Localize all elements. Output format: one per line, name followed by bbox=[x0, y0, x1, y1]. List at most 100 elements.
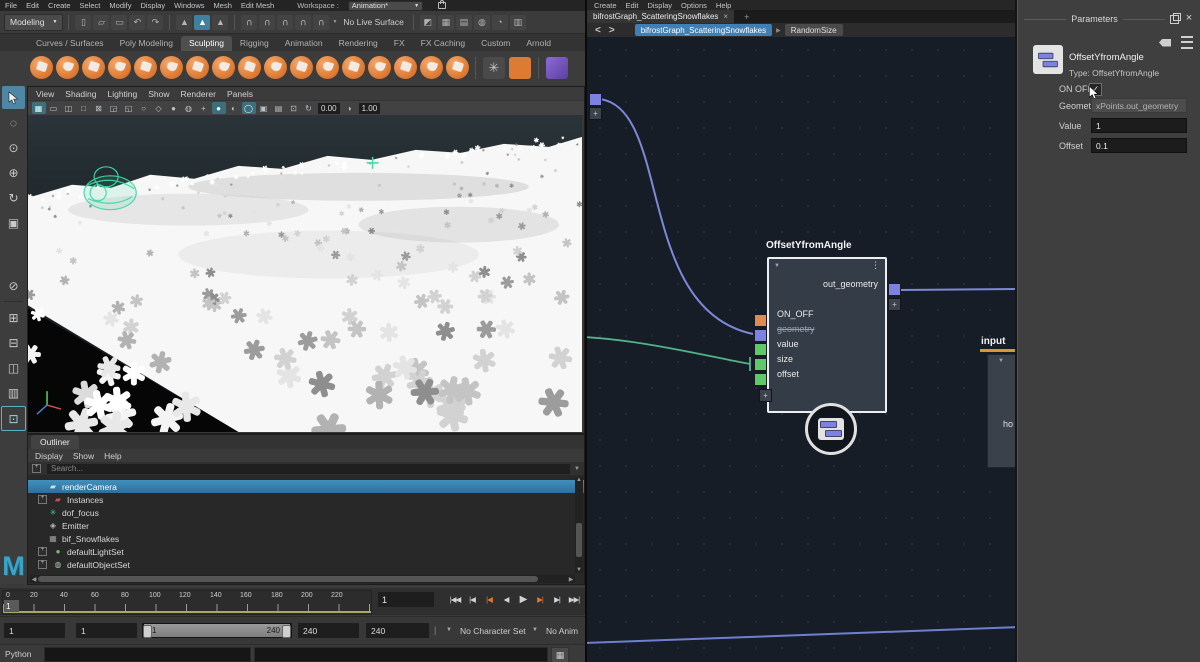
command-input[interactable] bbox=[44, 647, 251, 662]
vp-menu-renderer[interactable]: Renderer bbox=[181, 89, 216, 99]
chevron-down-icon[interactable]: ▼ bbox=[332, 19, 337, 25]
timeline-ruler[interactable]: 0 20 40 60 80 100 120 140 160 180 200 22… bbox=[2, 590, 372, 615]
rotate-tool[interactable]: ↻ bbox=[2, 186, 25, 209]
shelf-tab-curves-surfaces[interactable]: Curves / Surfaces bbox=[28, 36, 112, 51]
list-icon[interactable]: ▤ bbox=[456, 15, 472, 30]
relax-tool-icon[interactable] bbox=[82, 56, 105, 79]
outliner-item-defaultlightset[interactable]: + ● defaultLightSet bbox=[28, 545, 584, 558]
snap-to-curve-icon[interactable]: ∪ bbox=[259, 15, 275, 30]
playback-end-field[interactable]: 240 bbox=[298, 623, 359, 638]
select-by-hierarchy-icon[interactable]: ▲ bbox=[176, 15, 192, 30]
paint-attr-icon[interactable] bbox=[546, 57, 568, 79]
render-icon[interactable]: ◔ bbox=[492, 15, 508, 30]
menu-select[interactable]: Select bbox=[80, 1, 101, 10]
add-input-port-button[interactable]: + bbox=[759, 389, 772, 402]
shelf-tab-fx-caching[interactable]: FX Caching bbox=[413, 36, 473, 51]
anim-start-field[interactable]: 1 bbox=[4, 623, 65, 638]
range-slider[interactable]: 1 240 bbox=[142, 623, 292, 638]
filter-icon[interactable]: + bbox=[32, 464, 41, 473]
motion-blur-icon[interactable]: ◐ bbox=[227, 102, 241, 114]
shelf-tab-fx[interactable]: FX bbox=[386, 36, 413, 51]
playback-start-field[interactable]: 1 bbox=[76, 623, 137, 638]
wireframe-icon[interactable]: ○ bbox=[137, 102, 151, 114]
redo-icon[interactable]: ↷ bbox=[147, 15, 163, 30]
range-slider-bar[interactable]: 1 240 bbox=[144, 624, 290, 637]
wax-tool-icon[interactable] bbox=[290, 56, 313, 79]
smear-tool-icon[interactable] bbox=[394, 56, 417, 79]
ol-menu-help[interactable]: Help bbox=[104, 451, 121, 461]
field-chart-icon[interactable]: ◲ bbox=[107, 102, 121, 114]
flatten-tool-icon[interactable] bbox=[160, 56, 183, 79]
chevron-down-icon[interactable]: ▼ bbox=[446, 627, 452, 633]
menu-edit-mesh[interactable]: Edit Mesh bbox=[241, 1, 274, 10]
add-port-button[interactable]: + bbox=[589, 107, 602, 120]
breadcrumb-compound[interactable]: RandomSize bbox=[785, 24, 843, 36]
collapse-icon[interactable]: ▼ bbox=[774, 263, 780, 269]
layout-outliner-persp[interactable]: ▥ bbox=[2, 381, 25, 404]
graph-menu-edit[interactable]: Edit bbox=[626, 1, 639, 10]
shelf-tab-rendering[interactable]: Rendering bbox=[331, 36, 386, 51]
expand-icon[interactable]: + bbox=[38, 547, 47, 556]
scale-tool[interactable]: ▣ bbox=[2, 211, 25, 234]
graph-menu-options[interactable]: Options bbox=[681, 1, 707, 10]
fill-tool-icon[interactable] bbox=[342, 56, 365, 79]
outliner-item-emitter[interactable]: ◈ Emitter bbox=[28, 519, 584, 532]
move-tool[interactable]: ⊕ bbox=[2, 161, 25, 184]
screen-space-ao-icon[interactable]: ● bbox=[212, 102, 226, 114]
port-out-geometry[interactable] bbox=[888, 283, 901, 296]
script-editor-icon[interactable]: ▦ bbox=[551, 647, 569, 662]
shelf-tab-arnold[interactable]: Arnold bbox=[518, 36, 559, 51]
add-tab-button[interactable]: + bbox=[744, 12, 749, 22]
camera-icon[interactable]: ▭ bbox=[47, 102, 61, 114]
step-back-key-button[interactable]: |◀ bbox=[481, 591, 497, 608]
graph-input-port[interactable] bbox=[589, 93, 602, 106]
xray-icon[interactable]: ▤ bbox=[272, 102, 286, 114]
node-menu-icon[interactable]: ⋮ bbox=[871, 260, 880, 271]
port-on-off[interactable] bbox=[754, 314, 767, 327]
anim-layer-selector[interactable]: No Anim bbox=[546, 626, 578, 636]
value-field[interactable]: 1 bbox=[1091, 118, 1187, 133]
outliner-vertical-scrollbar[interactable]: ▲ ▼ bbox=[575, 477, 583, 573]
scroll-thumb[interactable] bbox=[576, 523, 582, 557]
save-scene-icon[interactable]: ▭ bbox=[111, 15, 127, 30]
outliner-item-bif-snowflakes[interactable]: ▦ bif_Snowflakes bbox=[28, 532, 584, 545]
menu-file[interactable]: File bbox=[5, 1, 17, 10]
add-output-port-button[interactable]: + bbox=[888, 298, 901, 311]
foamy-tool-icon[interactable] bbox=[186, 56, 209, 79]
spray-tool-icon[interactable] bbox=[212, 56, 235, 79]
port-offset[interactable] bbox=[754, 373, 767, 386]
scrape-tool-icon[interactable] bbox=[316, 56, 339, 79]
breadcrumb-root[interactable]: bifrostGraph_ScatteringSnowflakes bbox=[635, 24, 772, 36]
menu-set-selector[interactable]: Modeling ▼ bbox=[4, 14, 63, 31]
nav-back-button[interactable]: < bbox=[593, 25, 603, 36]
step-back-frame-button[interactable]: |◀ bbox=[464, 591, 480, 608]
exposure-field[interactable]: 0.00 bbox=[318, 103, 340, 114]
vp-menu-shading[interactable]: Shading bbox=[65, 89, 96, 99]
pin-icon[interactable] bbox=[1159, 39, 1171, 47]
textured-icon[interactable]: ● bbox=[167, 102, 181, 114]
outliner-item-dof-focus[interactable]: ✳ dof_focus bbox=[28, 506, 584, 519]
vp-menu-view[interactable]: View bbox=[36, 89, 54, 99]
menu-mesh[interactable]: Mesh bbox=[214, 1, 232, 10]
search-input[interactable]: Search... bbox=[47, 464, 570, 474]
outliner-horizontal-scrollbar[interactable]: ◀ ▶ bbox=[30, 575, 575, 583]
range-handle-right[interactable] bbox=[282, 625, 291, 638]
vp-menu-show[interactable]: Show bbox=[148, 89, 169, 99]
snap-to-plane-icon[interactable]: ∪ bbox=[295, 15, 311, 30]
vp-menu-panels[interactable]: Panels bbox=[227, 89, 253, 99]
geometry-field[interactable]: xPoints.out_geometry bbox=[1091, 98, 1187, 113]
snap-to-surface-icon[interactable]: ∪ bbox=[313, 15, 329, 30]
offset-field[interactable]: 0.1 bbox=[1091, 138, 1187, 153]
port-value[interactable] bbox=[754, 343, 767, 356]
anti-alias-icon[interactable]: ◯ bbox=[242, 102, 256, 114]
viewport-canvas[interactable] bbox=[28, 115, 582, 432]
menu-modify[interactable]: Modify bbox=[109, 1, 131, 10]
sculpt-panel-icon[interactable] bbox=[509, 57, 531, 79]
character-set-selector[interactable]: No Character Set bbox=[460, 626, 526, 636]
node-offsetyfromangle[interactable]: ▼ ⋮ out_geometry ON_OFF geometry value s… bbox=[767, 257, 887, 413]
new-scene-icon[interactable]: ▯ bbox=[75, 15, 91, 30]
snap-to-grid-icon[interactable]: ∪ bbox=[241, 15, 257, 30]
ol-menu-show[interactable]: Show bbox=[73, 451, 94, 461]
undo-icon[interactable]: ↶ bbox=[129, 15, 145, 30]
collapse-icon[interactable]: ▼ bbox=[998, 358, 1004, 364]
